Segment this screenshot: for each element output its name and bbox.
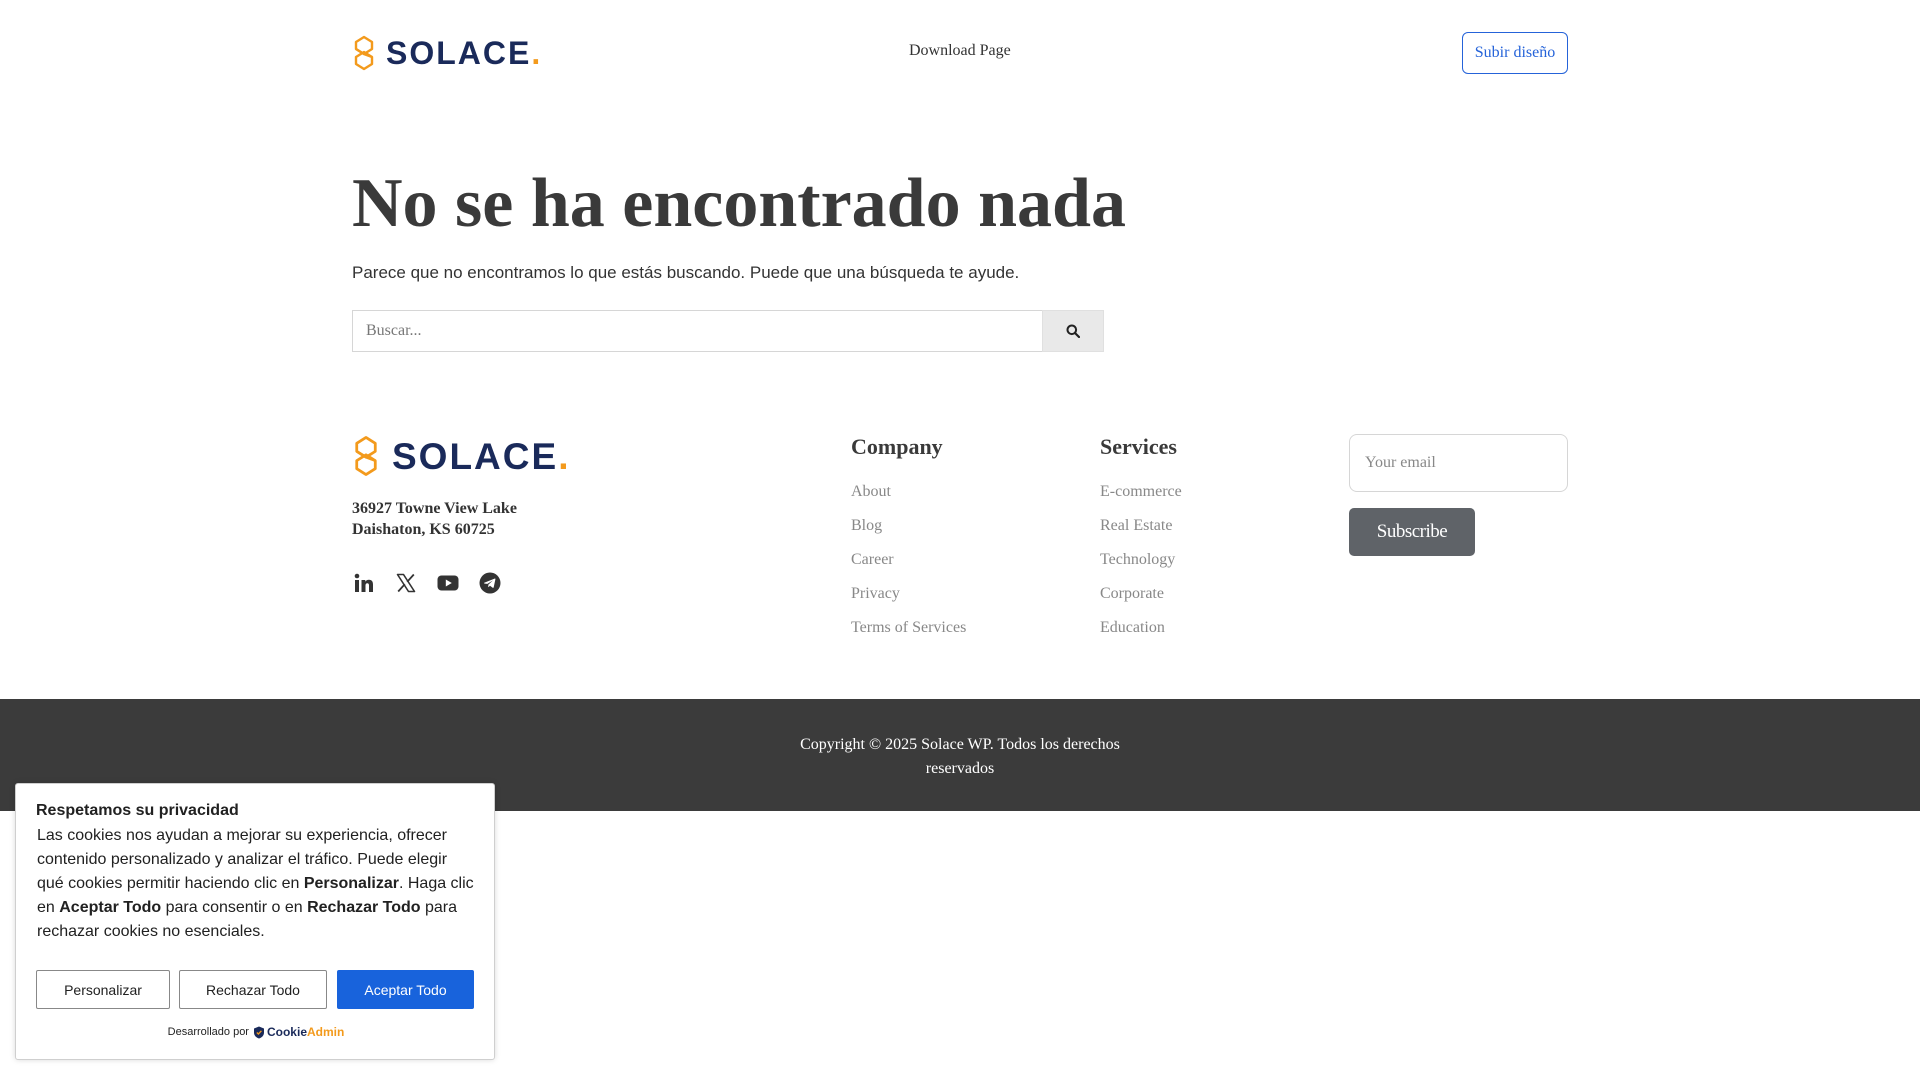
page-title: No se ha encontrado nada — [352, 165, 1126, 242]
search-icon — [1066, 324, 1080, 338]
footer-link-education[interactable]: Education — [1100, 611, 1182, 645]
cookie-customize-button[interactable]: Personalizar — [36, 970, 170, 1009]
youtube-icon — [437, 575, 459, 591]
copyright-text: Copyright © 2025 Solace WP. Todos los de… — [800, 736, 1120, 777]
logo-wordmark: SOLACE. — [392, 435, 571, 477]
x-twitter-link[interactable] — [394, 571, 418, 595]
nav-download-page[interactable]: Download Page — [909, 42, 1011, 60]
footer-services-column: Services E-commerce Real Estate Technolo… — [1100, 434, 1182, 645]
linkedin-icon — [354, 573, 373, 592]
footer-link-about[interactable]: About — [851, 475, 966, 509]
footer-address: 36927 Towne View Lake Daishaton, KS 6072… — [352, 498, 517, 540]
footer-link-privacy[interactable]: Privacy — [851, 577, 966, 611]
solace-logo-mark-icon — [354, 35, 374, 71]
logo-wordmark: SOLACE. — [386, 35, 543, 71]
telegram-link[interactable] — [478, 571, 502, 595]
cookie-description: Las cookies nos ayudan a mejorar su expe… — [37, 827, 474, 940]
footer-link-corporate[interactable]: Corporate — [1100, 577, 1182, 611]
x-twitter-icon — [396, 573, 416, 593]
footer-link-ecommerce[interactable]: E-commerce — [1100, 475, 1182, 509]
page-subtitle: Parece que no encontramos lo que estás b… — [352, 263, 1020, 282]
cookie-reject-all-button[interactable]: Rechazar Todo — [179, 970, 327, 1009]
search-input[interactable] — [352, 310, 1042, 352]
search-form — [352, 310, 1104, 352]
social-links — [352, 571, 502, 595]
youtube-link[interactable] — [436, 571, 460, 595]
powered-by-label: Desarrollado por — [167, 1026, 249, 1038]
linkedin-link[interactable] — [352, 571, 376, 595]
solace-logo-mark-icon — [355, 436, 377, 476]
footer-link-real-estate[interactable]: Real Estate — [1100, 509, 1182, 543]
upload-design-button[interactable]: Subir diseño — [1462, 32, 1568, 74]
footer-link-terms[interactable]: Terms of Services — [851, 611, 966, 645]
telegram-icon — [479, 572, 501, 594]
footer-link-blog[interactable]: Blog — [851, 509, 966, 543]
cookie-consent-banner: Respetamos su privacidad Las cookies nos… — [15, 783, 495, 1060]
cookie-powered-by: Desarrollado por Cookie Admin — [16, 1025, 496, 1039]
footer-logo[interactable]: SOLACE. — [352, 434, 570, 478]
cookieadmin-shield-icon — [253, 1026, 264, 1038]
cookie-accept-all-button[interactable]: Aceptar Todo — [337, 970, 474, 1009]
cookieadmin-logo[interactable]: Cookie Admin — [253, 1025, 344, 1039]
address-line-2: Daishaton, KS 60725 — [352, 521, 495, 538]
footer-link-technology[interactable]: Technology — [1100, 543, 1182, 577]
address-line-1: 36927 Towne View Lake — [352, 500, 517, 517]
services-heading: Services — [1100, 434, 1177, 459]
site-logo[interactable]: SOLACE. — [352, 34, 542, 72]
footer-company-column: Company About Blog Career Privacy Terms … — [851, 434, 966, 645]
company-heading: Company — [851, 434, 943, 459]
subscribe-button[interactable]: Subscribe — [1349, 508, 1475, 556]
footer-link-career[interactable]: Career — [851, 543, 966, 577]
cookie-title: Respetamos su privacidad — [36, 802, 239, 819]
search-button[interactable] — [1042, 310, 1104, 352]
newsletter-email-input[interactable] — [1349, 434, 1568, 492]
site-header: SOLACE. Download Page Subir diseño — [0, 0, 1920, 106]
